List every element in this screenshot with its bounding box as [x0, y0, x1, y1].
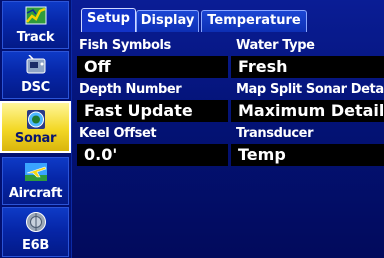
transducer-label: Transducer	[236, 126, 314, 141]
transducer-field[interactable]: Temp	[231, 144, 384, 166]
fish-symbols-label: Fish Symbols	[79, 38, 171, 53]
sidebar: Track DSC Sonar Aircraft E6B	[0, 0, 72, 258]
sidebar-item-label: E6B	[22, 238, 49, 253]
water-type-field[interactable]: Fresh	[231, 56, 384, 78]
map-split-sonar-detail-label: Map Split Sonar Detail	[236, 82, 384, 97]
tab-temperature[interactable]: Temperature	[201, 10, 307, 32]
sidebar-item-track[interactable]: Track	[2, 1, 69, 49]
sidebar-item-label: Track	[16, 30, 55, 45]
keel-offset-label: Keel Offset	[79, 126, 157, 141]
dsc-icon	[21, 54, 51, 77]
sidebar-item-sonar[interactable]: Sonar	[0, 101, 71, 153]
sidebar-item-label: Aircraft	[8, 186, 63, 201]
tab-bar: Setup Display Temperature	[73, 8, 384, 32]
map-split-sonar-detail-field[interactable]: Maximum Detail	[231, 100, 384, 122]
sidebar-item-label: DSC	[21, 80, 50, 95]
depth-number-label: Depth Number	[79, 82, 182, 97]
keel-offset-field[interactable]: 0.0'	[77, 144, 228, 166]
tab-label: Temperature	[207, 13, 301, 28]
setup-panel: Fish Symbols Water Type Off Fresh Depth …	[73, 32, 384, 258]
e6b-icon	[21, 211, 51, 233]
sonar-icon	[21, 109, 51, 131]
sidebar-item-e6b[interactable]: E6B	[2, 207, 69, 257]
tab-label: Display	[140, 13, 195, 28]
tab-label: Setup	[87, 11, 130, 26]
tab-display[interactable]: Display	[136, 10, 199, 32]
track-icon	[21, 5, 51, 27]
aircraft-icon	[21, 161, 51, 183]
tab-setup[interactable]: Setup	[81, 8, 136, 32]
depth-number-field[interactable]: Fast Update	[77, 100, 228, 122]
sidebar-item-dsc[interactable]: DSC	[2, 51, 69, 99]
water-type-label: Water Type	[236, 38, 315, 53]
sonar-setup-screen: Track DSC Sonar Aircraft E6B Setup Displ…	[0, 0, 384, 258]
fish-symbols-field[interactable]: Off	[77, 56, 228, 78]
sidebar-item-label: Sonar	[14, 131, 57, 146]
sidebar-item-aircraft[interactable]: Aircraft	[2, 157, 69, 205]
